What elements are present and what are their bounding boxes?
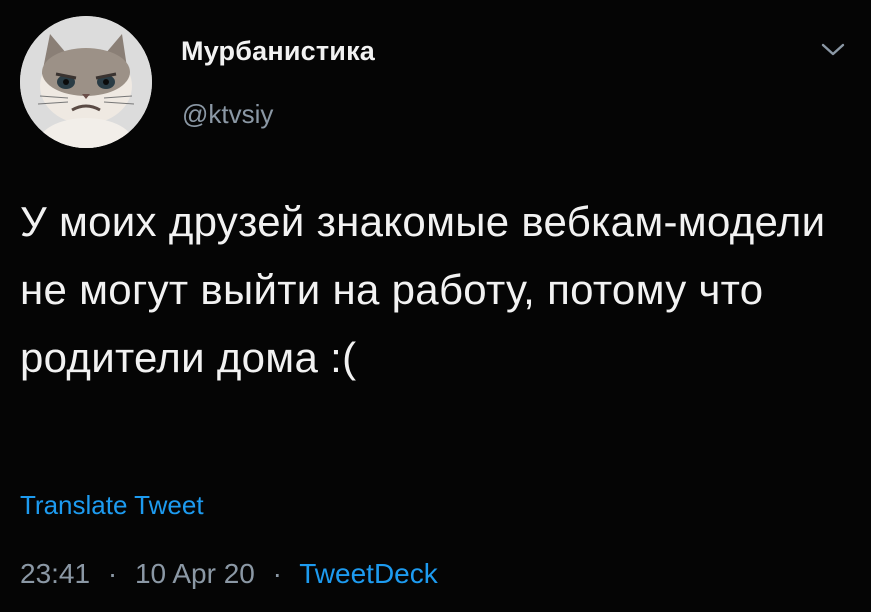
chevron-down-icon[interactable] xyxy=(818,38,848,60)
tweet-card: Мурбанистика @ktvsiy У моих друзей знако… xyxy=(0,0,871,612)
tweet-meta: 23:41 · 10 Apr 20 · TweetDeck xyxy=(20,558,438,590)
tweet-source-link[interactable]: TweetDeck xyxy=(299,558,438,589)
meta-separator: · xyxy=(272,558,282,589)
avatar[interactable] xyxy=(20,16,152,148)
meta-separator: · xyxy=(107,558,118,589)
tweet-time[interactable]: 23:41 xyxy=(20,558,90,589)
display-name[interactable]: Мурбанистика xyxy=(181,36,375,67)
grumpy-cat-avatar-image xyxy=(20,16,152,148)
translate-tweet-link[interactable]: Translate Tweet xyxy=(20,490,204,521)
tweet-text: У моих друзей знакомые вебкам-модели не … xyxy=(20,198,826,381)
user-handle[interactable]: @ktvsiy xyxy=(182,99,273,130)
tweet-date[interactable]: 10 Apr 20 xyxy=(135,558,255,589)
